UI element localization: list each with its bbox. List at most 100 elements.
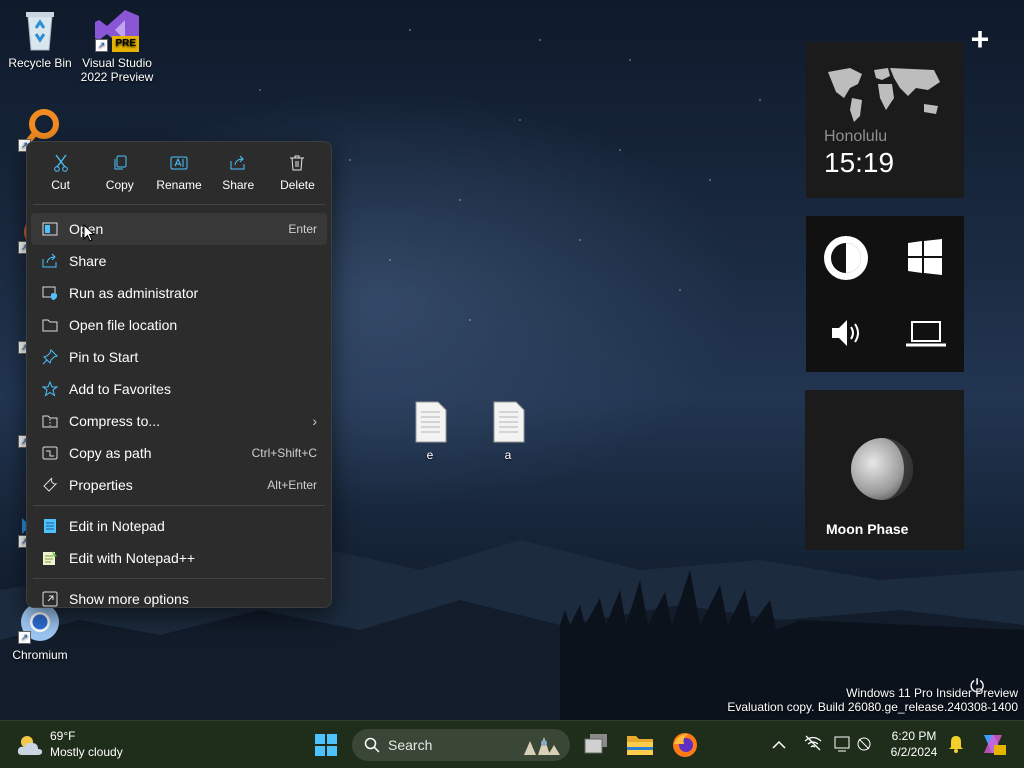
start-button[interactable] bbox=[314, 733, 338, 762]
weather-widget-button[interactable]: 69°F Mostly cloudy bbox=[16, 729, 136, 761]
task-view-button[interactable] bbox=[584, 733, 608, 760]
menu-item-label: Properties bbox=[69, 477, 133, 493]
watermark-line-2: Evaluation copy. Build 26080.ge_release.… bbox=[727, 700, 1018, 714]
search-highlight-icon bbox=[524, 737, 560, 755]
menu-item-label: Compress to... bbox=[69, 413, 161, 429]
desktop-icon-label: Chromium bbox=[12, 648, 68, 662]
menu-item-share[interactable]: Share bbox=[31, 245, 327, 277]
menu-item-open-file-location[interactable]: Open file location bbox=[31, 309, 327, 341]
chevron-right-icon: › bbox=[312, 413, 317, 429]
text-file-icon bbox=[408, 400, 452, 444]
delete-button[interactable]: Delete bbox=[268, 150, 327, 200]
desktop-file-label: e bbox=[426, 448, 434, 462]
trash-icon bbox=[290, 155, 305, 171]
copy-label: Copy bbox=[105, 178, 134, 192]
copilot-icon bbox=[984, 735, 1006, 755]
moon-phase-widget[interactable]: Moon Phase bbox=[805, 390, 964, 550]
menu-item-run-as-admin[interactable]: Run as administrator bbox=[31, 277, 327, 309]
cut-button[interactable]: Cut bbox=[31, 150, 90, 200]
contrast-toggle[interactable] bbox=[822, 234, 870, 287]
menu-item-compress-to[interactable]: Compress to... › bbox=[31, 405, 327, 437]
search-box[interactable]: Search bbox=[352, 729, 570, 761]
menu-item-edit-with-notepadpp[interactable]: Edit with Notepad++ bbox=[31, 542, 327, 574]
recycle-bin-icon bbox=[18, 8, 62, 52]
cut-label: Cut bbox=[51, 178, 70, 192]
system-tray-button[interactable] bbox=[834, 735, 874, 758]
open-window-icon bbox=[41, 220, 59, 238]
notepadpp-icon bbox=[41, 549, 59, 567]
menu-item-edit-in-notepad[interactable]: Edit in Notepad bbox=[31, 510, 327, 542]
firefox-button[interactable] bbox=[672, 732, 698, 763]
file-explorer-button[interactable] bbox=[626, 733, 654, 762]
laptop-control[interactable] bbox=[906, 320, 946, 353]
desktop-icon-visual-studio[interactable]: PRE ↗ Visual Studio 2022 Preview bbox=[77, 8, 157, 84]
menu-item-label: Edit in Notepad bbox=[69, 518, 165, 534]
share-button[interactable]: Share bbox=[209, 150, 268, 200]
menu-item-show-more-options[interactable]: Show more options bbox=[31, 583, 327, 615]
context-menu-quick-actions: Cut Copy Rename Share Delete bbox=[27, 142, 331, 200]
menu-item-shortcut: Alt+Enter bbox=[267, 478, 317, 492]
visual-studio-icon: PRE ↗ bbox=[95, 8, 139, 52]
add-widget-button[interactable]: + bbox=[966, 22, 994, 56]
file-explorer-icon bbox=[627, 736, 653, 755]
menu-item-shortcut: Enter bbox=[288, 222, 317, 236]
folder-icon bbox=[41, 316, 59, 334]
desktop-icon-label: Visual Studio 2022 Preview bbox=[80, 56, 154, 84]
desktop-icon-label: Recycle Bin bbox=[8, 56, 72, 70]
menu-item-label: Edit with Notepad++ bbox=[69, 550, 196, 566]
desktop-file-label: a bbox=[504, 448, 512, 462]
notifications-button[interactable] bbox=[948, 735, 964, 758]
speaker-icon bbox=[832, 320, 859, 346]
shortcut-arrow-icon: ↗ bbox=[18, 631, 31, 644]
menu-item-label: Share bbox=[69, 253, 107, 269]
menu-item-label: Show more options bbox=[69, 591, 189, 607]
rename-button[interactable]: Rename bbox=[149, 150, 208, 200]
menu-item-open[interactable]: Open Enter bbox=[31, 213, 327, 245]
menu-item-add-to-favorites[interactable]: Add to Favorites bbox=[31, 373, 327, 405]
task-view-icon bbox=[584, 734, 607, 754]
menu-item-label: Add to Favorites bbox=[69, 381, 171, 397]
menu-item-pin-to-start[interactable]: Pin to Start bbox=[31, 341, 327, 373]
menu-item-label: Open bbox=[69, 221, 288, 237]
bell-icon bbox=[949, 736, 963, 753]
context-menu: Cut Copy Rename Share Delete Enter Share… bbox=[26, 141, 332, 608]
delete-label: Delete bbox=[280, 178, 315, 192]
scissors-icon bbox=[53, 154, 68, 172]
firefox-icon bbox=[673, 733, 697, 757]
start-button-widget[interactable] bbox=[906, 238, 944, 281]
star-icon bbox=[41, 380, 59, 398]
share-icon bbox=[230, 155, 245, 170]
share-label: Share bbox=[222, 178, 255, 192]
world-clock-widget[interactable]: Honolulu 15:19 bbox=[806, 42, 964, 198]
menu-item-label: Pin to Start bbox=[69, 349, 139, 365]
network-disconnected-icon bbox=[804, 735, 822, 751]
show-hidden-icons-button[interactable] bbox=[772, 737, 786, 753]
taskbar-clock[interactable]: 6:20 PM 6/2/2024 bbox=[884, 729, 944, 759]
clock-time: 6:20 PM bbox=[891, 729, 937, 743]
notepad-icon bbox=[41, 517, 59, 535]
wrench-icon bbox=[41, 476, 59, 494]
network-status-button[interactable] bbox=[804, 735, 822, 756]
path-icon bbox=[41, 444, 59, 462]
volume-control[interactable] bbox=[830, 316, 864, 355]
menu-item-properties[interactable]: Properties Alt+Enter bbox=[31, 469, 327, 501]
system-tray-icons bbox=[834, 736, 871, 752]
taskbar: 69°F Mostly cloudy Search 6:20 PM 6/2/20… bbox=[0, 720, 1024, 768]
context-menu-separator bbox=[33, 578, 325, 579]
copy-icon bbox=[114, 155, 127, 170]
desktop-file-a[interactable]: a bbox=[468, 400, 548, 462]
world-map-icon bbox=[828, 68, 940, 122]
menu-item-shortcut: Ctrl+Shift+C bbox=[251, 446, 317, 460]
copilot-button[interactable] bbox=[980, 731, 1006, 762]
menu-item-copy-as-path[interactable]: Copy as path Ctrl+Shift+C bbox=[31, 437, 327, 469]
desktop-file-e[interactable]: e bbox=[390, 400, 470, 462]
windows-logo-icon bbox=[315, 734, 337, 756]
desktop-icon-recycle-bin[interactable]: Recycle Bin bbox=[0, 8, 80, 70]
mouse-cursor-icon bbox=[83, 224, 96, 242]
menu-item-label: Open file location bbox=[69, 317, 178, 333]
copy-button[interactable]: Copy bbox=[90, 150, 149, 200]
menu-item-label: Run as administrator bbox=[69, 285, 199, 301]
clock-date: 6/2/2024 bbox=[890, 745, 938, 759]
more-options-icon bbox=[41, 590, 59, 608]
clock-time: 15:19 bbox=[824, 147, 895, 178]
